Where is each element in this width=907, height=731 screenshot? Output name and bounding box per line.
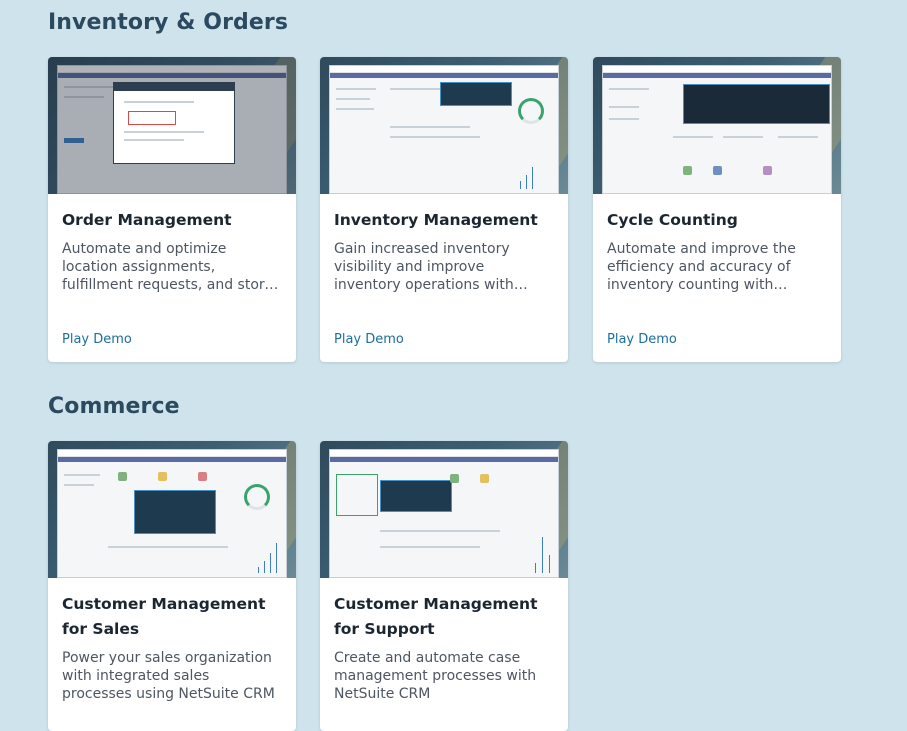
play-demo-link[interactable]: Play Demo <box>334 332 404 347</box>
demo-thumbnail[interactable] <box>320 57 568 194</box>
demo-card-order-management[interactable]: Order Management Automate and optimize l… <box>48 57 296 362</box>
demo-card-inventory-management[interactable]: Inventory Management Gain increased inve… <box>320 57 568 362</box>
card-title: Customer Management for Sales <box>62 595 266 638</box>
demo-card-customer-management-sales[interactable]: Customer Management for Sales Power your… <box>48 441 296 731</box>
play-demo-link[interactable]: Play Demo <box>607 332 677 347</box>
cycle-counting-screenshot <box>602 65 832 194</box>
demo-thumbnail[interactable] <box>320 441 568 578</box>
inventory-management-screenshot <box>329 65 559 194</box>
card-description: Automate and optimize location assignmen… <box>62 241 273 293</box>
card-title: Inventory Management <box>334 211 538 229</box>
card-description: Gain increased inventory visibility and … <box>334 241 514 293</box>
order-management-screenshot <box>57 65 287 194</box>
crm-sales-screenshot <box>57 449 287 578</box>
card-title: Order Management <box>62 211 232 229</box>
demo-thumbnail[interactable] <box>48 441 296 578</box>
card-description: Create and automate case management proc… <box>334 650 537 702</box>
play-demo-link[interactable]: Play Demo <box>62 332 132 347</box>
card-description: Automate and improve the efficiency and … <box>607 241 796 293</box>
crm-support-screenshot <box>329 449 559 578</box>
section-title-commerce: Commerce <box>48 394 180 419</box>
card-title: Customer Management for Support <box>334 595 538 638</box>
demo-thumbnail[interactable] <box>593 57 841 194</box>
demo-thumbnail[interactable] <box>48 57 296 194</box>
card-description: Power your sales organization with integ… <box>62 650 275 702</box>
card-title: Cycle Counting <box>607 211 738 229</box>
demo-card-cycle-counting[interactable]: Cycle Counting Automate and improve the … <box>593 57 841 362</box>
demo-card-customer-management-support[interactable]: Customer Management for Support Create a… <box>320 441 568 731</box>
section-title-inventory-orders: Inventory & Orders <box>48 10 289 35</box>
